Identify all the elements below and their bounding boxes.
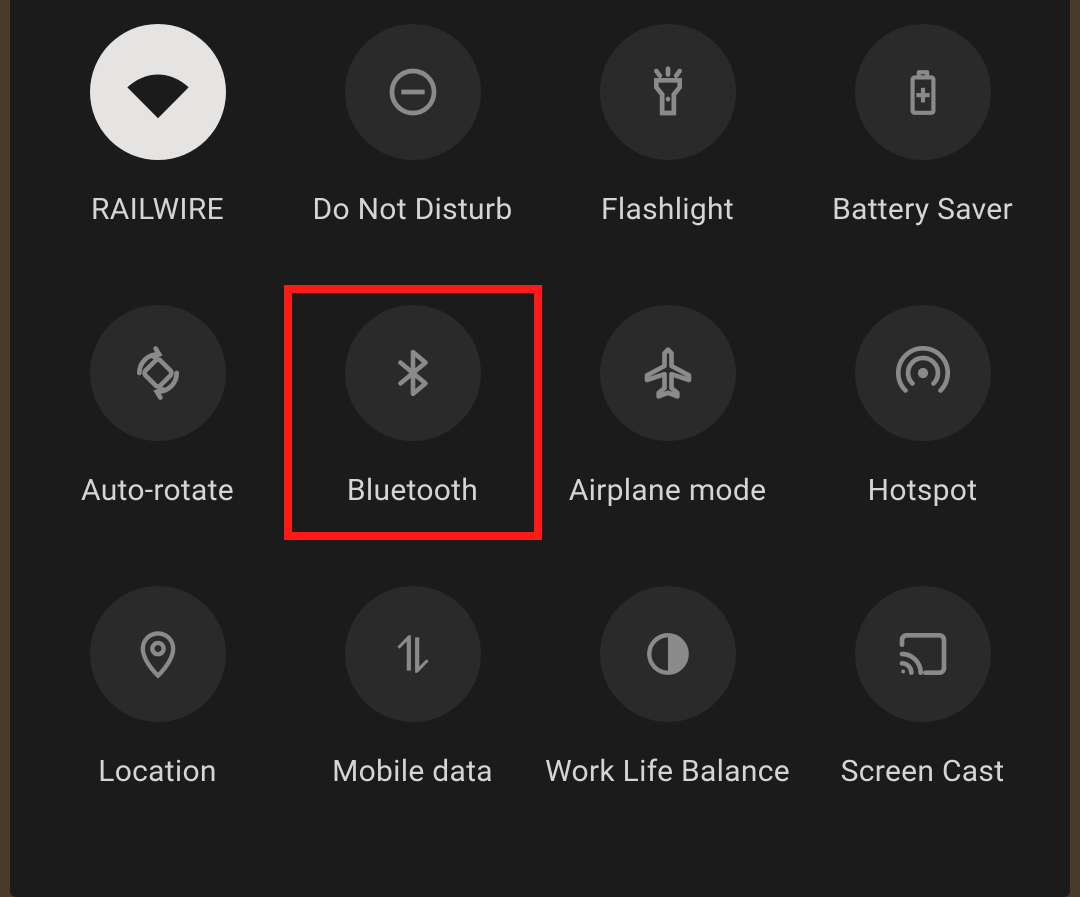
- tile-screen-cast-button[interactable]: [855, 586, 991, 722]
- battery-plus-icon: [898, 67, 948, 117]
- wifi-icon: [123, 57, 193, 127]
- tile-dnd[interactable]: Do Not Disturb: [288, 20, 538, 231]
- tile-work-life-balance-button[interactable]: [600, 586, 736, 722]
- tile-dnd-button[interactable]: [345, 24, 481, 160]
- tile-mobile-data-button[interactable]: [345, 586, 481, 722]
- tile-battery-saver-button[interactable]: [855, 24, 991, 160]
- tile-flashlight[interactable]: Flashlight: [543, 20, 793, 231]
- tile-bluetooth[interactable]: Bluetooth: [288, 301, 538, 512]
- tile-location-button[interactable]: [90, 586, 226, 722]
- tile-screen-cast[interactable]: Screen Cast: [798, 582, 1048, 793]
- data-arrows-icon: [388, 629, 438, 679]
- dnd-icon: [385, 64, 441, 120]
- tile-hotspot[interactable]: Hotspot: [798, 301, 1048, 512]
- tile-bluetooth-label: Bluetooth: [347, 473, 478, 508]
- tile-wifi-label: RAILWIRE: [91, 192, 224, 227]
- tile-work-life-balance[interactable]: Work Life Balance: [543, 582, 793, 793]
- tile-screen-cast-label: Screen Cast: [841, 754, 1005, 789]
- tile-battery-saver-label: Battery Saver: [832, 192, 1013, 227]
- tile-airplane-label: Airplane mode: [569, 473, 767, 508]
- tile-location[interactable]: Location: [33, 582, 283, 793]
- tile-location-label: Location: [98, 754, 216, 789]
- flashlight-icon: [640, 64, 696, 120]
- tile-mobile-data-label: Mobile data: [332, 754, 493, 789]
- hotspot-icon: [895, 345, 951, 401]
- tile-flashlight-label: Flashlight: [601, 192, 734, 227]
- tile-flashlight-button[interactable]: [600, 24, 736, 160]
- cast-icon: [895, 626, 951, 682]
- quick-settings-grid: RAILWIRE Do Not Disturb Flashl: [10, 20, 1070, 793]
- tile-auto-rotate[interactable]: Auto-rotate: [33, 301, 283, 512]
- tile-mobile-data[interactable]: Mobile data: [288, 582, 538, 793]
- tile-dnd-label: Do Not Disturb: [312, 192, 512, 227]
- rotate-icon: [130, 345, 186, 401]
- globe-half-icon: [643, 629, 693, 679]
- tile-airplane[interactable]: Airplane mode: [543, 301, 793, 512]
- quick-settings-panel: RAILWIRE Do Not Disturb Flashl: [10, 0, 1070, 897]
- tile-hotspot-button[interactable]: [855, 305, 991, 441]
- location-pin-icon: [132, 628, 184, 680]
- tile-airplane-button[interactable]: [600, 305, 736, 441]
- tile-hotspot-label: Hotspot: [868, 473, 978, 508]
- bluetooth-icon: [388, 348, 438, 398]
- tile-bluetooth-button[interactable]: [345, 305, 481, 441]
- tile-auto-rotate-button[interactable]: [90, 305, 226, 441]
- tile-auto-rotate-label: Auto-rotate: [81, 473, 234, 508]
- tile-wifi[interactable]: RAILWIRE: [33, 20, 283, 231]
- tile-wifi-button[interactable]: [90, 24, 226, 160]
- tile-battery-saver[interactable]: Battery Saver: [798, 20, 1048, 231]
- tile-work-life-balance-label: Work Life Balance: [545, 754, 790, 789]
- airplane-icon: [640, 345, 696, 401]
